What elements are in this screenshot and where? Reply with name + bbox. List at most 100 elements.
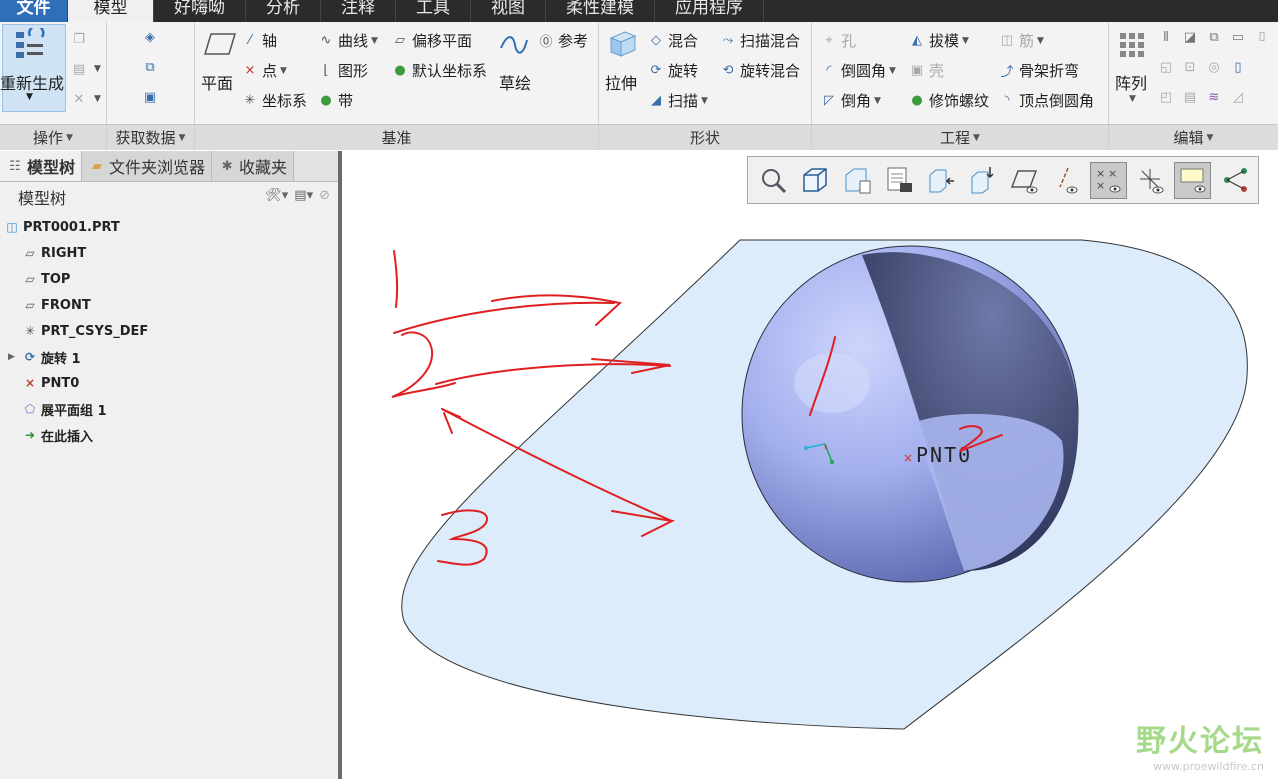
extend-button[interactable]: ▭ <box>1229 28 1250 46</box>
point-button[interactable]: × 点 ▼ <box>241 60 287 81</box>
menu-tab-custom[interactable]: 好嗨呦 <box>154 0 246 22</box>
tree-item-flatten-quilt[interactable]: ⬠ 展平面组 1 <box>22 396 107 422</box>
model-tree-icon: ☷ <box>9 158 21 174</box>
menu-tab-file[interactable]: 文件 <box>0 0 68 22</box>
ribbon-feature-button[interactable]: ● 带 <box>317 90 353 111</box>
menu-tab-annotate[interactable]: 注释 <box>321 0 396 22</box>
chevron-down-icon[interactable]: ▼ <box>26 92 33 102</box>
paste-button[interactable]: ▤ ▼ <box>70 60 101 78</box>
hole-button[interactable]: ⌖ 孔 <box>820 30 856 51</box>
sketch-button[interactable]: 草绘 <box>499 70 531 94</box>
group-label-editing[interactable]: 编辑 ▼ <box>1109 124 1278 150</box>
offset-plane-button[interactable]: ▱ 偏移平面 <box>391 30 472 51</box>
fill-button[interactable]: ◿ <box>1229 88 1250 106</box>
sweep-button[interactable]: ◢ 扫描 ▼ <box>647 90 708 111</box>
default-csys-button[interactable]: ● 默认坐标系 <box>391 60 487 81</box>
thicken-button[interactable]: ▤ <box>1181 88 1202 106</box>
tree-item-right[interactable]: ▱ RIGHT <box>22 240 86 266</box>
perspective-button[interactable] <box>964 162 1001 199</box>
delete-button[interactable]: ✕ ▼ <box>70 90 101 108</box>
tree-item-csys[interactable]: ✳ PRT_CSYS_DEF <box>22 318 148 344</box>
tab-model-tree[interactable]: ☷ 模型树 <box>0 151 83 181</box>
point-label[interactable]: PNT0 <box>916 443 972 467</box>
tree-item-insert-here[interactable]: ➜ 在此插入 <box>22 422 93 448</box>
view-manager-button[interactable] <box>838 162 875 199</box>
chamfer-button[interactable]: ◸ 倒角 ▼ <box>820 90 881 111</box>
shrinkwrap-button[interactable]: ▣ <box>141 88 162 106</box>
tree-columns-icon[interactable]: ▤▾ <box>294 188 313 203</box>
watermark-title: 野火论坛 <box>1136 724 1264 759</box>
copy-button[interactable]: ❐ <box>70 30 91 48</box>
rib-button[interactable]: ◫ 筋 ▼ <box>998 30 1044 51</box>
project-button[interactable]: ⌷ <box>1253 28 1274 46</box>
intersect-button[interactable]: ⊡ <box>1181 58 1202 76</box>
tree-item-part[interactable]: ◫ PRT0001.PRT <box>4 214 119 240</box>
solidify-button[interactable]: ◰ <box>1157 88 1178 106</box>
menu-tab-analysis[interactable]: 分析 <box>246 0 321 22</box>
csys-button[interactable]: ✳ 坐标系 <box>241 90 307 111</box>
tree-filter-icon[interactable]: ⊘ <box>319 188 330 203</box>
favorites-icon: ✱ <box>221 158 233 174</box>
cosmetic-thread-button[interactable]: ● 修饰螺纹 <box>908 90 989 111</box>
annotation-display-button[interactable] <box>1174 161 1211 199</box>
flatten-button[interactable]: ▯ <box>1229 58 1250 76</box>
boundary-blend-button[interactable]: ≋ <box>1205 88 1226 106</box>
axis-display-button[interactable] <box>1048 162 1085 199</box>
spin-center-button[interactable] <box>1216 162 1253 199</box>
graph-button[interactable]: ⌊ 图形 <box>317 60 368 81</box>
extrude-button[interactable]: 拉伸 <box>605 70 637 94</box>
trim-button[interactable]: ◪ <box>1181 28 1202 46</box>
tab-favorites[interactable]: ✱ 收藏夹 <box>212 151 295 181</box>
plane-button[interactable]: 平面 <box>201 70 233 94</box>
menu-tab-view[interactable]: 视图 <box>471 0 546 22</box>
tree-settings-icon[interactable]: 🛠▾ <box>265 188 288 203</box>
point-display-button[interactable]: × × × <box>1090 161 1127 199</box>
reference-button[interactable]: ⓪ 参考 <box>537 30 588 51</box>
menu-tab-model[interactable]: 模型 <box>68 0 154 22</box>
round-button[interactable]: ◜ 倒圆角 ▼ <box>820 60 895 81</box>
curve-button[interactable]: ∿ 曲线 ▼ <box>317 30 378 51</box>
rotational-blend-button[interactable]: ⟲ 旋转混合 <box>719 60 800 81</box>
insert-here-icon: ➜ <box>24 428 36 442</box>
offset-button[interactable]: ◱ <box>1157 58 1178 76</box>
tree-item-front[interactable]: ▱ FRONT <box>22 292 90 318</box>
trim-icon: ◪ <box>1183 29 1197 45</box>
swept-blend-button[interactable]: ⤳ 扫描混合 <box>719 30 800 51</box>
wrap-button[interactable]: ◎ <box>1205 58 1226 76</box>
revolve-button[interactable]: ⟳ 旋转 <box>647 60 698 81</box>
graphics-window[interactable]: × PNT0 × × × 野火论坛 www.proewildfire.cn <box>342 151 1278 779</box>
copy-geometry-button[interactable]: ⧉ <box>141 58 162 76</box>
appearance-button[interactable] <box>880 162 917 199</box>
tree-item-top[interactable]: ▱ TOP <box>22 266 70 292</box>
axis-button[interactable]: ⁄ 轴 <box>241 30 277 51</box>
group-label-engineering[interactable]: 工程 ▼ <box>812 124 1108 150</box>
expand-arrow-icon[interactable]: ▶ <box>8 352 18 362</box>
mirror-button[interactable]: ⫴ <box>1157 28 1178 46</box>
refit-button[interactable] <box>754 162 791 199</box>
blend-button[interactable]: ◇ 混合 <box>647 30 698 51</box>
menu-tab-flexible-modeling[interactable]: 柔性建模 <box>546 0 655 22</box>
spinal-bend-button[interactable]: ⤴ 骨架折弯 <box>998 60 1079 81</box>
shell-icon: ▣ <box>910 63 924 78</box>
chevron-down-icon[interactable]: ▼ <box>1129 94 1136 104</box>
user-defined-feature-button[interactable]: ◈ <box>141 28 162 46</box>
tab-folder-browser[interactable]: ▰ 文件夹浏览器 <box>82 151 213 181</box>
group-label-get-data[interactable]: 获取数据 ▼ <box>107 124 194 150</box>
menu-tab-tools[interactable]: 工具 <box>396 0 471 22</box>
draft-button[interactable]: ◭ 拔模 ▼ <box>908 30 969 51</box>
group-label-operations[interactable]: 操作 ▼ <box>0 124 106 150</box>
plane-display-button[interactable] <box>1006 162 1043 199</box>
extend-icon: ▭ <box>1231 29 1245 45</box>
annotation-display-icon <box>1180 168 1205 193</box>
pattern-button[interactable]: 阵列 <box>1115 70 1147 94</box>
thicken-icon: ▤ <box>1183 89 1197 105</box>
tree-item-revolve[interactable]: ▶ ⟳ 旋转 1 <box>8 344 81 370</box>
menu-tab-applications[interactable]: 应用程序 <box>655 0 764 22</box>
vertex-round-button[interactable]: ◝ 顶点倒圆角 <box>998 90 1094 111</box>
csys-display-button[interactable] <box>1132 162 1169 199</box>
saved-orientations-button[interactable] <box>796 162 833 199</box>
shell-button[interactable]: ▣ 壳 <box>908 60 944 81</box>
merge-button[interactable]: ⧉ <box>1205 28 1226 46</box>
display-style-button[interactable] <box>922 162 959 199</box>
tree-item-pnt0[interactable]: × PNT0 <box>22 370 79 396</box>
